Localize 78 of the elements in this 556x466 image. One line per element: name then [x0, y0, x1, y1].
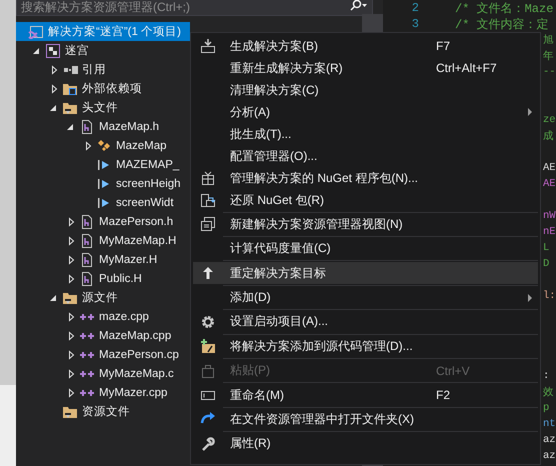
menu-item[interactable]: 配置管理器(O)... — [193, 145, 538, 167]
code-text: p — [543, 402, 550, 414]
restore-icon — [200, 192, 216, 208]
code-text: AE — [543, 162, 556, 174]
code-text: L — [543, 242, 550, 254]
tree-item[interactable]: MazeMap — [16, 136, 190, 155]
tree-item[interactable]: screenHeigh — [16, 174, 190, 193]
line-number: 3 — [410, 17, 419, 31]
tree-item[interactable]: 头文件 — [16, 98, 190, 117]
menu-item[interactable]: 新建解决方案资源管理器视图(N) — [193, 213, 538, 236]
line-number: 2 — [410, 1, 419, 15]
wrench-icon — [200, 436, 216, 452]
tree-item[interactable]: 解决方案“迷宫”(1 个项目) — [16, 22, 190, 41]
code-text: : — [543, 370, 550, 382]
file-icon — [79, 214, 95, 230]
menu-item[interactable]: 重新生成解决方案(R) Ctrl+Alt+F7 — [193, 57, 538, 79]
gift-icon — [200, 170, 216, 186]
tree-item[interactable]: 源文件 — [16, 288, 190, 307]
menu-item[interactable]: 添加(D) — [193, 286, 538, 308]
code-text: az — [543, 434, 556, 446]
tree-item[interactable]: Public.H — [16, 269, 190, 288]
code-text: 效 — [543, 386, 554, 399]
tree-item[interactable]: 引用 — [16, 60, 190, 79]
tree-item[interactable]: MazePerson.cp — [16, 345, 190, 364]
gear-icon — [200, 314, 216, 330]
menu-item[interactable]: 批生成(T)... — [193, 123, 538, 145]
menu-item[interactable]: 管理解决方案的 NuGet 程序包(N)... — [193, 167, 538, 189]
menu-item[interactable]: 计算代码度量值(C) — [193, 238, 538, 260]
code-text: nE — [543, 226, 556, 238]
tree-item[interactable]: MyMazer.cpp — [16, 383, 190, 402]
tree-item[interactable]: MAZEMAP_ — [16, 155, 190, 174]
tree-item[interactable]: MyMazeMap.c — [16, 364, 190, 383]
menu-item[interactable]: 还原 NuGet 包(R) — [193, 189, 538, 211]
menu-item[interactable]: 属性(R) — [193, 432, 538, 455]
file-icon — [79, 232, 95, 248]
window-icon — [200, 216, 216, 232]
code-text: 成 — [543, 129, 554, 143]
class-icon — [96, 138, 112, 154]
file-icon — [79, 118, 95, 134]
code-text: nW — [543, 210, 556, 222]
tree-item[interactable]: 资源文件 — [16, 402, 190, 421]
tree-item[interactable]: MyMazeMap.H — [16, 231, 190, 250]
code-text: D — [543, 258, 550, 270]
code-text: az — [543, 450, 556, 462]
search-icon — [348, 0, 368, 12]
code-text: l: — [543, 290, 556, 302]
tree-item[interactable]: MyMazer.H — [16, 250, 190, 269]
menu-item[interactable]: 将解决方案添加到源代码管理(D)... — [193, 335, 538, 358]
project-icon — [45, 42, 61, 58]
code-text: AE — [543, 178, 556, 190]
menu-item[interactable]: 重命名(M) F2 — [193, 384, 538, 406]
menu-item[interactable]: 设置启动项目(A)... — [193, 310, 538, 333]
file-icon — [79, 270, 95, 286]
code-comment: /* 文件内容：定 — [455, 16, 549, 32]
tree-item[interactable]: 外部依赖项 — [16, 79, 190, 98]
code-comment: /* 文件名：Maze — [455, 0, 554, 16]
build-icon — [200, 38, 216, 54]
solution-icon — [28, 24, 44, 40]
code-text: nt — [543, 418, 556, 430]
tree-item[interactable]: screenWidt — [16, 193, 190, 212]
menu-item[interactable]: 在文件资源管理器中打开文件夹(X) — [193, 408, 538, 430]
tree-item[interactable]: MazeMap.cpp — [16, 326, 190, 345]
tree-item[interactable]: 迷宫 — [16, 41, 190, 60]
tree-item[interactable]: maze.cpp — [16, 307, 190, 326]
code-text: ze — [543, 114, 556, 126]
clipboard-icon — [200, 362, 216, 379]
code-text: 年 — [543, 50, 554, 63]
file-icon — [79, 252, 95, 268]
menu-item[interactable]: 清理解决方案(C) — [193, 79, 538, 101]
tree-item[interactable]: MazeMap.h — [16, 117, 190, 136]
code-text: -- — [543, 66, 556, 78]
menu-item[interactable]: 分析(A) — [193, 101, 538, 123]
menu-item[interactable]: 生成解决方案(B) F7 — [193, 35, 538, 57]
code-text: 旭 — [543, 33, 554, 47]
search-field[interactable]: 搜索解决方案资源管理器(Ctrl+;) — [16, 0, 373, 16]
menu-item[interactable]: 重定解决方案目标 — [193, 262, 538, 284]
add-to-source-control-icon — [200, 338, 216, 354]
tree-item[interactable]: MazePerson.h — [16, 212, 190, 231]
